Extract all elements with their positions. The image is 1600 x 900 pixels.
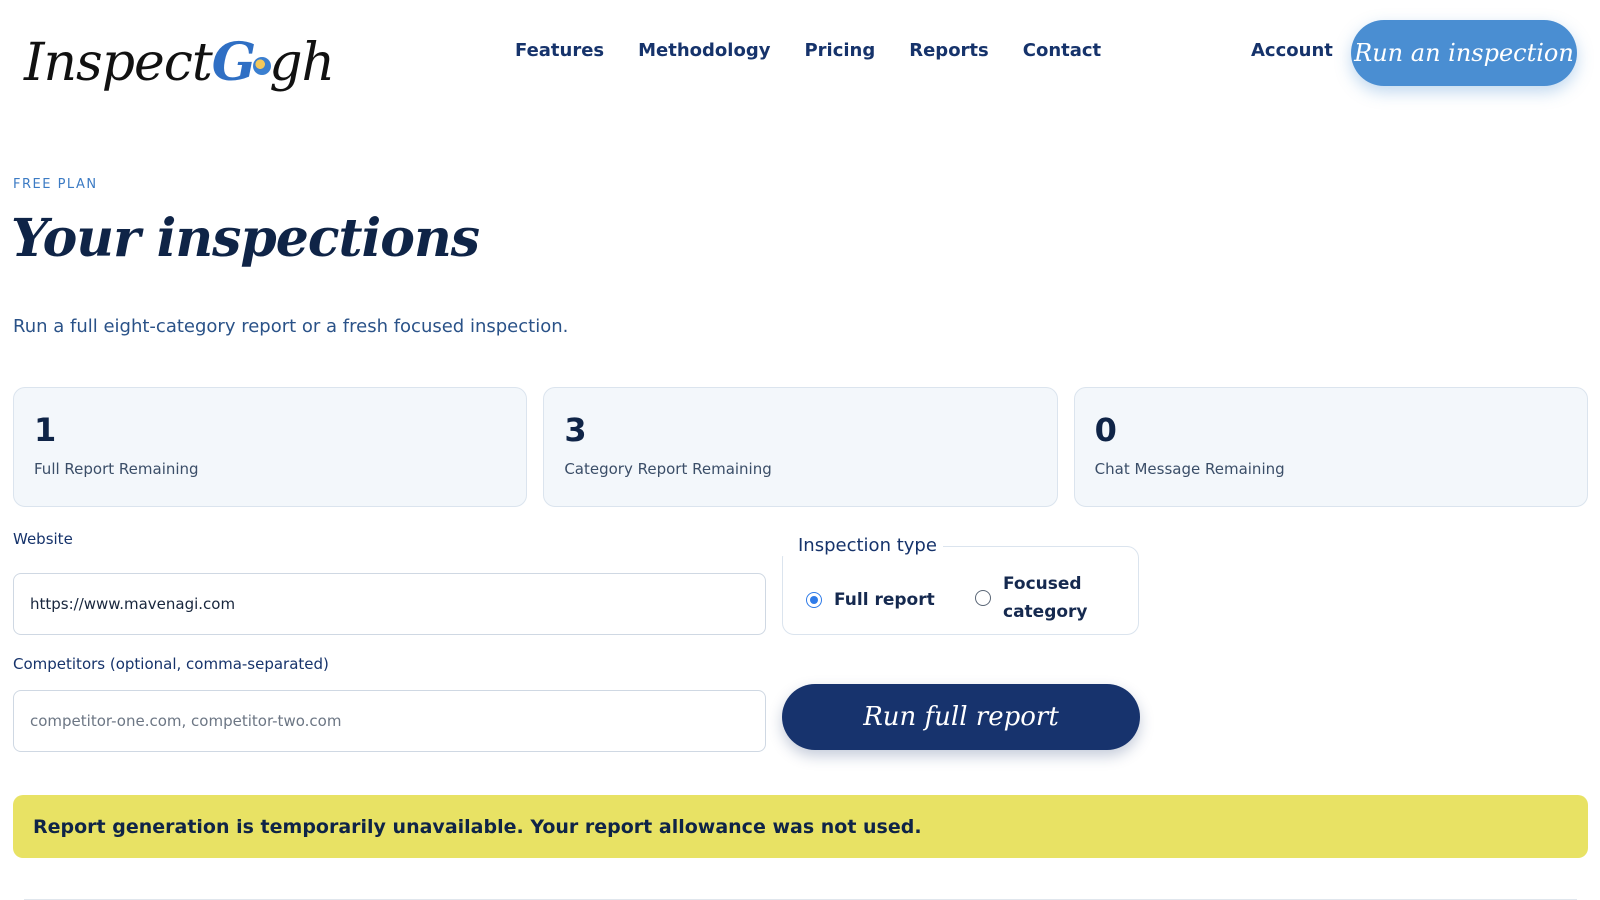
run-inspection-button[interactable]: Run an inspection (1351, 20, 1577, 86)
account-link[interactable]: Account (1251, 40, 1333, 61)
nav-reports[interactable]: Reports (909, 40, 989, 61)
nav-features[interactable]: Features (515, 40, 604, 61)
stat-label: Full Report Remaining (34, 460, 199, 478)
radio-full-report[interactable] (806, 592, 822, 608)
radio-focused-category[interactable] (975, 590, 991, 606)
nav-methodology[interactable]: Methodology (638, 40, 770, 61)
option-full-report[interactable]: Full report (806, 586, 935, 614)
stat-card-category-report: 3 Category Report Remaining (543, 387, 1058, 507)
usage-stats: 1 Full Report Remaining 3 Category Repor… (13, 387, 1588, 507)
stat-card-full-report: 1 Full Report Remaining (13, 387, 528, 507)
page-subtitle: Run a full eight-category report or a fr… (13, 316, 569, 337)
option-label: Full report (834, 590, 935, 610)
alert-banner: Report generation is temporarily unavail… (13, 795, 1588, 858)
logo-text: InspectG gh (24, 31, 335, 93)
page-title: Your inspections (11, 208, 480, 269)
logo[interactable]: InspectG gh (24, 22, 335, 102)
website-label: Website (13, 530, 73, 548)
inspection-type-legend: Inspection type (782, 535, 943, 556)
competitors-input[interactable] (13, 690, 766, 752)
competitors-label: Competitors (optional, comma-separated) (13, 655, 329, 673)
run-full-report-button[interactable]: Run full report (782, 684, 1140, 750)
stat-label: Chat Message Remaining (1094, 460, 1285, 478)
website-input[interactable] (13, 573, 766, 635)
plan-eyebrow: FREE PLAN (13, 177, 98, 192)
nav-pricing[interactable]: Pricing (804, 40, 875, 61)
stat-value: 3 (564, 411, 587, 449)
main-nav: Features Methodology Pricing Reports Con… (515, 40, 1135, 61)
option-label: Focused category (1003, 574, 1088, 622)
nav-contact[interactable]: Contact (1023, 40, 1101, 61)
stat-value: 0 (1094, 411, 1117, 449)
stat-value: 1 (34, 411, 57, 449)
stat-card-chat-message: 0 Chat Message Remaining (1073, 387, 1588, 507)
stat-label: Category Report Remaining (564, 460, 772, 478)
option-focused-category[interactable]: Focused category (975, 570, 1088, 626)
